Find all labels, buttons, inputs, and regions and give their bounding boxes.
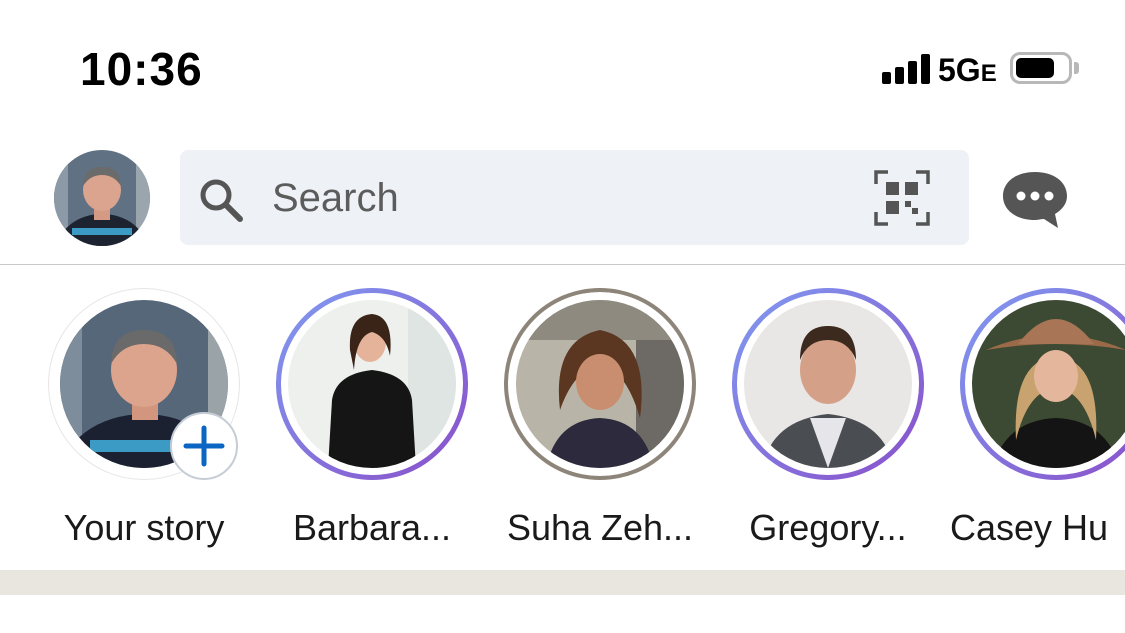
story-name: Your story xyxy=(63,507,225,548)
story-name: Casey Hu xyxy=(950,507,1109,548)
signal-strength-icon xyxy=(882,54,934,84)
network-indicator: 5GE xyxy=(938,53,997,91)
messages-icon[interactable] xyxy=(1000,168,1070,230)
header-divider xyxy=(0,264,1125,265)
search-input[interactable]: Search xyxy=(272,178,399,218)
story-avatar xyxy=(744,300,912,468)
story-avatar xyxy=(516,300,684,468)
battery-cap xyxy=(1074,62,1079,74)
plus-icon xyxy=(183,425,225,467)
battery-icon xyxy=(1010,52,1072,84)
profile-avatar[interactable] xyxy=(54,150,150,246)
section-separator xyxy=(0,570,1125,595)
qr-code-icon[interactable] xyxy=(874,170,930,226)
network-type: 5G xyxy=(938,52,981,88)
story-name: Barbara... xyxy=(292,507,452,548)
network-suffix: E xyxy=(980,60,997,87)
screen: 10:36 5GE Search Your story Barbara... S… xyxy=(0,0,1125,633)
story-name: Gregory... xyxy=(749,507,907,548)
status-time: 10:36 xyxy=(80,43,203,95)
search-bar[interactable]: Search xyxy=(180,150,969,245)
add-story-button[interactable] xyxy=(170,412,238,480)
story-avatar xyxy=(288,300,456,468)
search-icon xyxy=(200,179,243,222)
story-name: Suha Zeh... xyxy=(506,507,694,548)
